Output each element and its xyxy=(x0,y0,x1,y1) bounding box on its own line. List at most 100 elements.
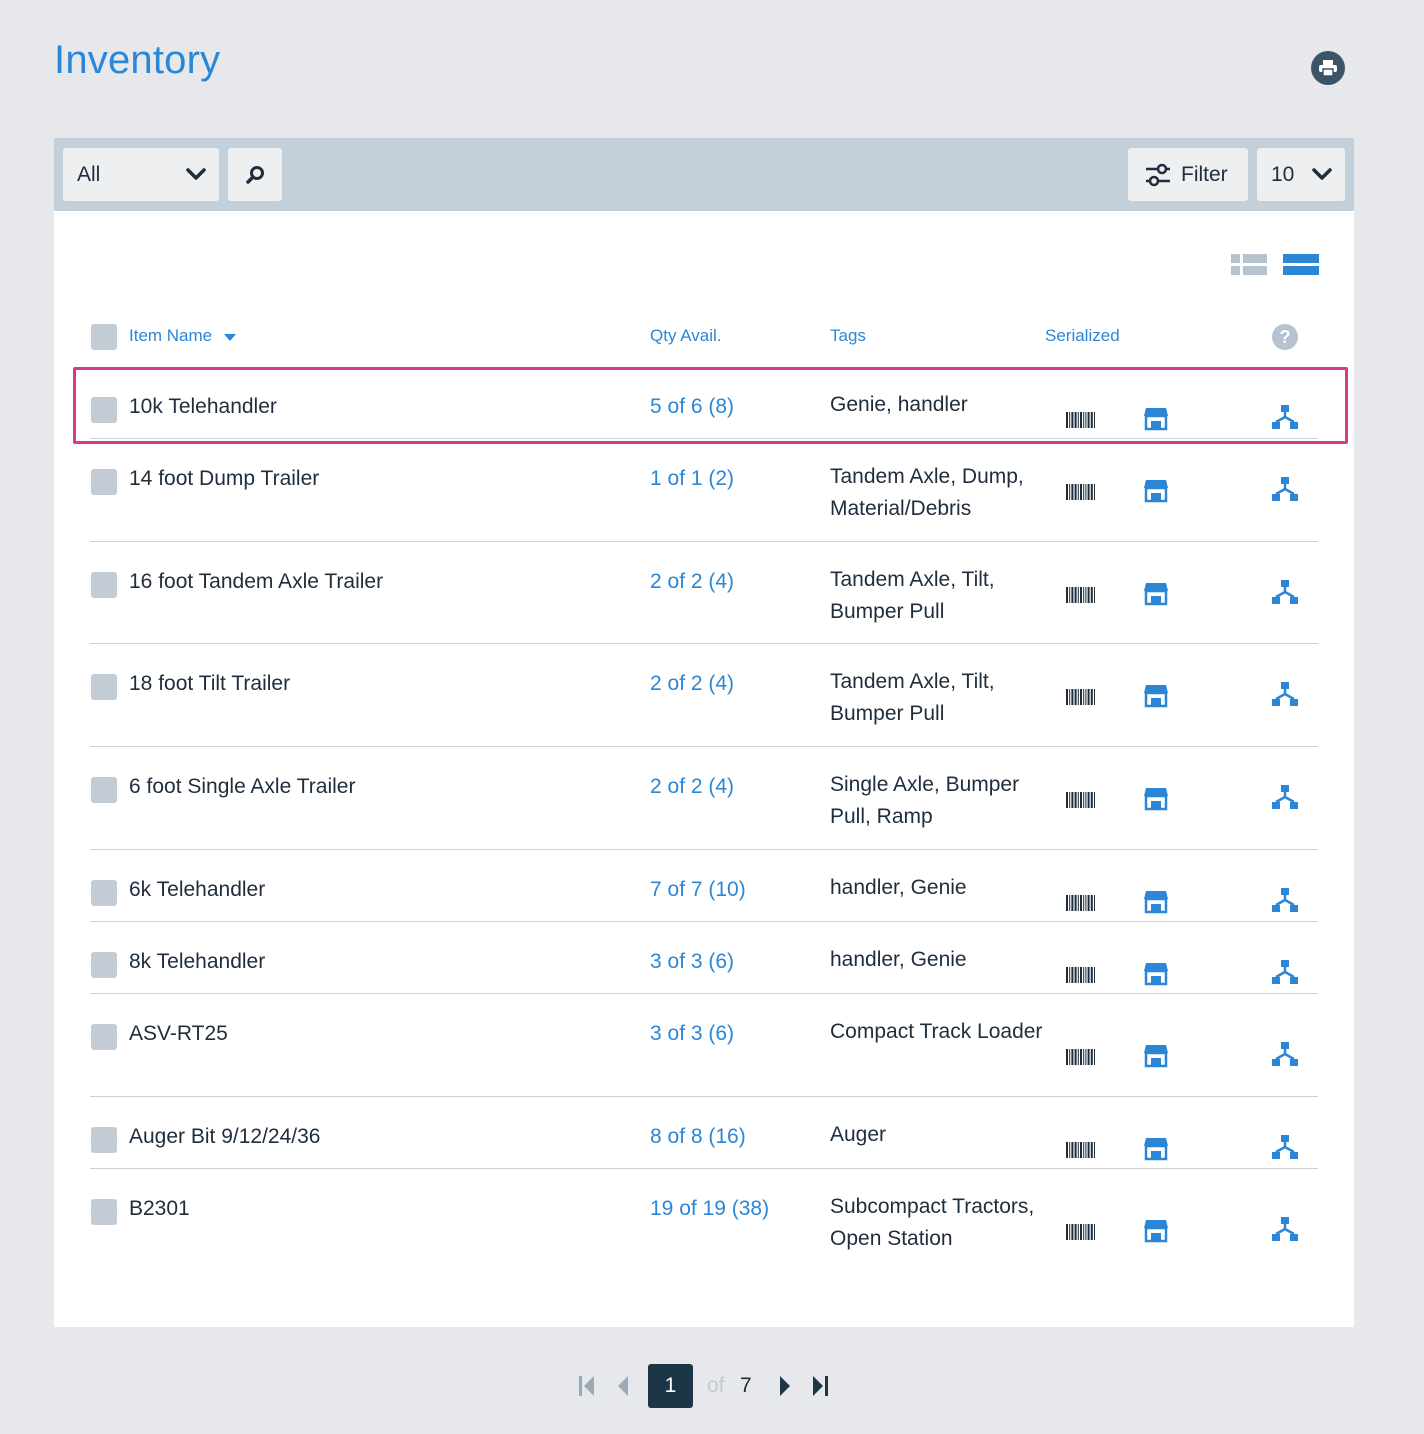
barcode-icon[interactable] xyxy=(1066,967,1096,983)
item-tags: Compact Track Loader xyxy=(830,1020,1043,1043)
hierarchy-icon[interactable] xyxy=(1271,404,1299,430)
hierarchy-icon[interactable] xyxy=(1271,579,1299,605)
item-tags: handler, Genie xyxy=(830,876,967,899)
table-row[interactable]: 10k Telehandler 5 of 6 (8) Genie, handler xyxy=(90,367,1318,439)
item-tags: Tandem Axle, Tilt, Bumper Pull xyxy=(830,568,995,623)
chevron-down-icon xyxy=(186,168,206,180)
category-select[interactable]: All xyxy=(63,148,219,201)
table-header: Item Name Qty Avail. Tags Serialized ? xyxy=(54,324,1354,352)
hierarchy-icon[interactable] xyxy=(1271,959,1299,985)
table-row[interactable]: ASV-RT25 3 of 3 (6) Compact Track Loader xyxy=(90,994,1318,1097)
qty-available[interactable]: 3 of 3 (6) xyxy=(650,950,734,974)
item-name[interactable]: 16 foot Tandem Axle Trailer xyxy=(129,570,383,594)
store-icon[interactable] xyxy=(1143,1217,1169,1243)
table-row[interactable]: 6 foot Single Axle Trailer 2 of 2 (4) Sing… xyxy=(90,747,1318,850)
barcode-icon[interactable] xyxy=(1066,587,1096,603)
qty-available[interactable]: 3 of 3 (6) xyxy=(650,1022,734,1046)
barcode-icon[interactable] xyxy=(1066,412,1096,428)
page-of-label: of xyxy=(707,1374,725,1397)
hierarchy-icon[interactable] xyxy=(1271,681,1299,707)
row-checkbox[interactable] xyxy=(91,880,117,906)
item-name[interactable]: Auger Bit 9/12/24/36 xyxy=(129,1125,320,1149)
item-tags: Single Axle, Bumper Pull, Ramp xyxy=(830,773,1020,828)
qty-available[interactable]: 2 of 2 (4) xyxy=(650,775,734,799)
prev-page-icon[interactable] xyxy=(616,1375,630,1397)
qty-available[interactable]: 5 of 6 (8) xyxy=(650,395,734,419)
last-page-icon[interactable] xyxy=(811,1375,829,1397)
item-name[interactable]: 10k Telehandler xyxy=(129,395,277,419)
table-row[interactable]: 6k Telehandler 7 of 7 (10) handler, Genie xyxy=(90,850,1318,922)
row-checkbox[interactable] xyxy=(91,1199,117,1225)
filter-button[interactable]: Filter xyxy=(1128,148,1248,201)
chevron-down-icon xyxy=(1312,168,1332,180)
item-name[interactable]: ASV-RT25 xyxy=(129,1022,228,1046)
per-page-select[interactable]: 10 xyxy=(1257,148,1345,201)
store-icon[interactable] xyxy=(1143,1135,1169,1161)
barcode-icon[interactable] xyxy=(1066,1224,1096,1240)
store-icon[interactable] xyxy=(1143,960,1169,986)
print-icon xyxy=(1319,60,1337,77)
qty-available[interactable]: 7 of 7 (10) xyxy=(650,878,746,902)
row-checkbox[interactable] xyxy=(91,674,117,700)
hierarchy-icon[interactable] xyxy=(1271,1134,1299,1160)
column-serialized[interactable]: Serialized xyxy=(1045,326,1120,346)
table-row[interactable]: 14 foot Dump Trailer 1 of 1 (2) Tandem Axl… xyxy=(90,439,1318,542)
search-button[interactable] xyxy=(228,148,282,201)
item-name[interactable]: 8k Telehandler xyxy=(129,950,265,974)
store-icon[interactable] xyxy=(1143,1042,1169,1068)
barcode-icon[interactable] xyxy=(1066,895,1096,911)
hierarchy-icon[interactable] xyxy=(1271,1216,1299,1242)
item-tags: Subcompact Tractors, Open Station xyxy=(830,1195,1035,1250)
current-page[interactable]: 1 xyxy=(648,1364,693,1408)
row-checkbox[interactable] xyxy=(91,952,117,978)
item-name[interactable]: 6 foot Single Axle Trailer xyxy=(129,775,355,799)
item-name[interactable]: 6k Telehandler xyxy=(129,878,265,902)
barcode-icon[interactable] xyxy=(1066,689,1096,705)
row-view-icon[interactable] xyxy=(1283,254,1319,276)
store-icon[interactable] xyxy=(1143,785,1169,811)
select-all-checkbox[interactable] xyxy=(91,324,117,350)
store-icon[interactable] xyxy=(1143,888,1169,914)
barcode-icon[interactable] xyxy=(1066,1049,1096,1065)
pagination: 1 of 7 xyxy=(0,1364,1424,1408)
item-name[interactable]: B2301 xyxy=(129,1197,190,1221)
next-page-icon[interactable] xyxy=(778,1375,792,1397)
barcode-icon[interactable] xyxy=(1066,792,1096,808)
table-row[interactable]: Auger Bit 9/12/24/36 8 of 8 (16) Auger xyxy=(90,1097,1318,1169)
store-icon[interactable] xyxy=(1143,682,1169,708)
column-qty[interactable]: Qty Avail. xyxy=(650,326,722,346)
qty-available[interactable]: 1 of 1 (2) xyxy=(650,467,734,491)
item-name[interactable]: 18 foot Tilt Trailer xyxy=(129,672,290,696)
qty-available[interactable]: 19 of 19 (38) xyxy=(650,1197,769,1221)
table-row[interactable]: 16 foot Tandem Axle Trailer 2 of 2 (4) Tan… xyxy=(90,542,1318,644)
hierarchy-icon[interactable] xyxy=(1271,887,1299,913)
row-checkbox[interactable] xyxy=(91,1127,117,1153)
qty-available[interactable]: 2 of 2 (4) xyxy=(650,672,734,696)
store-icon[interactable] xyxy=(1143,477,1169,503)
table-row[interactable]: 18 foot Tilt Trailer 2 of 2 (4) Tandem Axl… xyxy=(90,644,1318,747)
item-name[interactable]: 14 foot Dump Trailer xyxy=(129,467,319,491)
help-icon[interactable]: ? xyxy=(1272,324,1298,350)
barcode-icon[interactable] xyxy=(1066,484,1096,500)
column-tags[interactable]: Tags xyxy=(830,326,866,346)
row-checkbox[interactable] xyxy=(91,777,117,803)
table-row[interactable]: B2301 19 of 19 (38) Subcompact Tractors, O… xyxy=(90,1169,1318,1289)
barcode-icon[interactable] xyxy=(1066,1142,1096,1158)
row-checkbox[interactable] xyxy=(91,397,117,423)
inventory-panel: All Filter 10 Item Name Qty Avail. Tags … xyxy=(54,138,1354,1327)
column-item-name[interactable]: Item Name xyxy=(129,326,237,346)
hierarchy-icon[interactable] xyxy=(1271,476,1299,502)
row-checkbox[interactable] xyxy=(91,469,117,495)
store-icon[interactable] xyxy=(1143,580,1169,606)
print-button[interactable] xyxy=(1311,51,1345,85)
row-checkbox[interactable] xyxy=(91,572,117,598)
hierarchy-icon[interactable] xyxy=(1271,784,1299,810)
hierarchy-icon[interactable] xyxy=(1271,1041,1299,1067)
table-row[interactable]: 8k Telehandler 3 of 3 (6) handler, Genie xyxy=(90,922,1318,994)
store-icon[interactable] xyxy=(1143,405,1169,431)
list-view-icon[interactable] xyxy=(1231,254,1267,276)
first-page-icon[interactable] xyxy=(578,1375,596,1397)
qty-available[interactable]: 2 of 2 (4) xyxy=(650,570,734,594)
row-checkbox[interactable] xyxy=(91,1024,117,1050)
qty-available[interactable]: 8 of 8 (16) xyxy=(650,1125,746,1149)
